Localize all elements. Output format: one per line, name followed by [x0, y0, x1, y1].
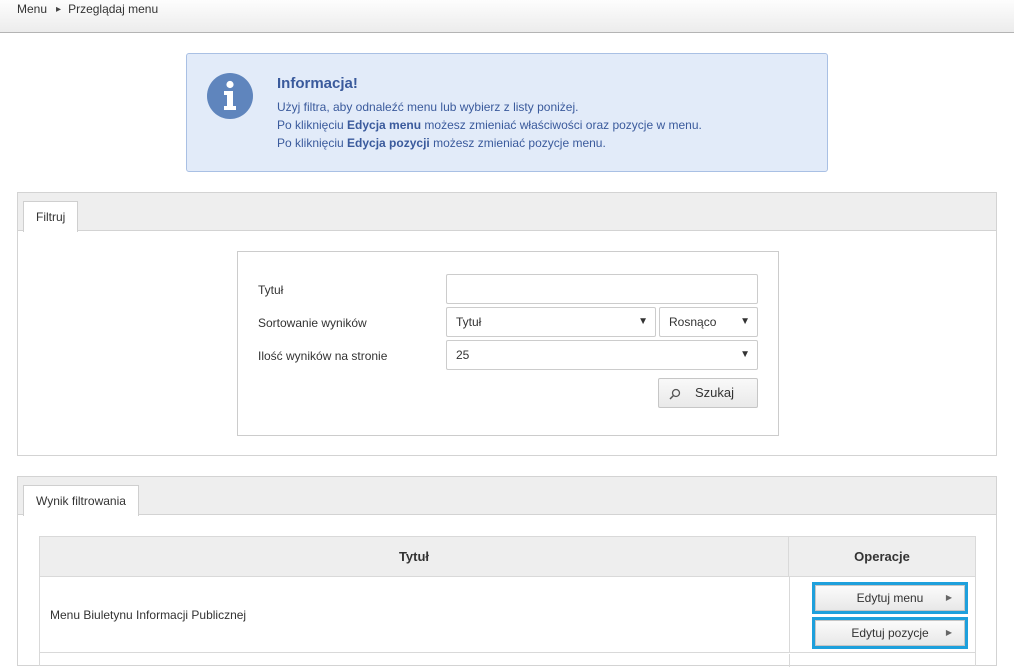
column-divider — [789, 577, 790, 653]
per-page-select[interactable]: 25 ▼ — [446, 340, 758, 370]
chevron-right-icon: ▶ — [945, 628, 952, 637]
per-page-value: 25 — [456, 348, 470, 362]
sort-field-value: Tytuł — [456, 315, 482, 329]
table-row: Menu Biuletynu Informacji Publicznej Edy… — [40, 577, 975, 653]
filter-panel-header: Filtruj — [18, 193, 996, 232]
sort-field-select[interactable]: Tytuł ▼ — [446, 307, 656, 337]
edit-menu-label: Edytuj menu — [856, 591, 924, 605]
chevron-right-icon: ▸ — [56, 3, 62, 15]
info-text-line-2: Po kliknięciu Edycja menu możesz zmienia… — [277, 118, 702, 132]
info-text-line-1: Użyj filtra, aby odnaleźć menu lub wybie… — [277, 100, 579, 114]
info-title: Informacja! — [277, 75, 358, 92]
breadcrumb-item-menu[interactable]: Menu — [17, 2, 47, 16]
results-panel: Wynik filtrowania Tytuł Operacje Menu Bi… — [17, 476, 997, 667]
per-page-label: Ilość wyników na stronie — [258, 349, 388, 363]
filter-form: Tytuł Sortowanie wyników Tytuł ▼ Rosnąco… — [237, 251, 779, 436]
chevron-down-icon: ▼ — [740, 316, 750, 327]
results-panel-header: Wynik filtrowania — [18, 477, 996, 516]
chevron-right-icon: ▶ — [945, 593, 952, 602]
edit-items-label: Edytuj pozycje — [851, 626, 929, 640]
info-icon — [207, 73, 253, 119]
top-bar: Menu ▸ Przeglądaj menu — [0, 0, 1014, 33]
column-divider — [789, 654, 790, 667]
search-button[interactable]: Szukaj — [658, 378, 758, 408]
results-table: Tytuł Operacje Menu Biuletynu Informacji… — [39, 536, 976, 667]
search-button-label: Szukaj — [695, 385, 735, 400]
edit-menu-button[interactable]: Edytuj menu ▶ — [812, 582, 968, 614]
tab-results[interactable]: Wynik filtrowania — [23, 485, 139, 516]
row-title: Menu Biuletynu Informacji Publicznej — [50, 608, 247, 622]
breadcrumb: Menu ▸ Przeglądaj menu — [17, 1, 158, 17]
search-icon — [669, 388, 681, 400]
sort-order-select[interactable]: Rosnąco ▼ — [659, 307, 758, 337]
chevron-down-icon: ▼ — [638, 316, 648, 327]
info-text-line-3: Po kliknięciu Edycja pozycji możesz zmie… — [277, 136, 606, 150]
sort-order-value: Rosnąco — [669, 315, 717, 329]
edit-items-button[interactable]: Edytuj pozycje ▶ — [812, 617, 968, 649]
column-header-title[interactable]: Tytuł — [40, 537, 789, 577]
sort-label: Sortowanie wyników — [258, 316, 367, 330]
title-input[interactable] — [446, 274, 758, 304]
column-header-operations: Operacje — [789, 537, 975, 577]
title-label: Tytuł — [258, 283, 284, 297]
breadcrumb-item-current: Przeglądaj menu — [68, 2, 159, 16]
info-box: Informacja! Użyj filtra, aby odnaleźć me… — [186, 53, 828, 172]
tab-filter[interactable]: Filtruj — [23, 201, 79, 232]
chevron-down-icon: ▼ — [740, 349, 750, 360]
filter-panel: Filtruj Tytuł Sortowanie wyników Tytuł ▼… — [17, 192, 997, 456]
